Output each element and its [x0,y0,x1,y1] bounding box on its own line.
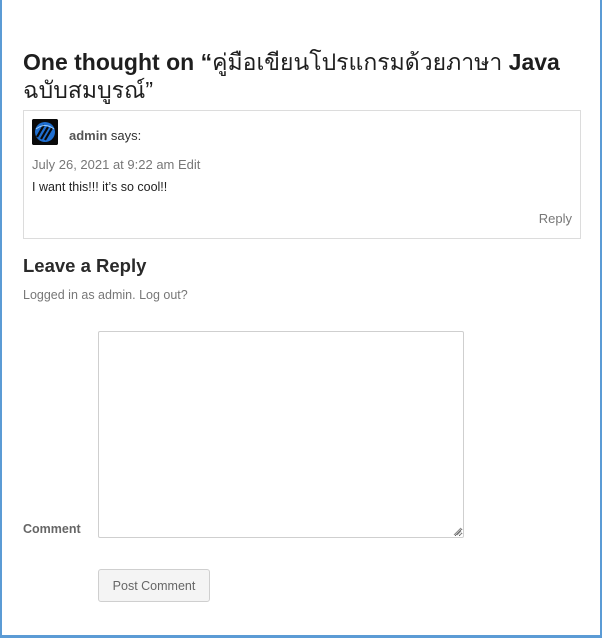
logout-link[interactable]: Log out? [139,288,188,302]
reply-title: Leave a Reply [23,255,147,276]
comment-textarea[interactable] [98,331,464,538]
comment-label: Comment [23,522,81,536]
comments-title-prefix: One thought on “ [23,49,213,75]
comment-text: I want this!!! it’s so cool!! [32,180,168,194]
comment-edit-link[interactable]: Edit [178,157,200,172]
avatar-logo-icon [32,119,58,145]
comments-title-thai: คู่มือเขียนโปรแกรมด้วยภาษา [212,49,503,75]
reply-link[interactable]: Reply [539,211,572,226]
logged-in-link[interactable]: Logged in as admin. [23,288,136,302]
comment-item: admin says: July 26, 2021 at 9:22 am Edi… [23,110,581,239]
post-comment-button[interactable]: Post Comment [98,569,210,602]
comment-says: says: [107,128,142,143]
logged-in-notice: Logged in as admin. Log out? [23,288,188,302]
comment-author: admin says: [69,128,141,143]
comment-date-link[interactable]: July 26, 2021 at 9:22 am [32,157,174,172]
comments-title-suffix: ฉบับสมบูรณ์” [23,77,154,103]
comment-author-name[interactable]: admin [69,128,107,143]
resize-grip-icon[interactable] [452,526,462,536]
comments-title-java: Java [502,49,560,75]
comment-meta: July 26, 2021 at 9:22 am Edit [32,157,200,172]
comments-title: One thought on “คู่มือเขียนโปรแกรมด้วยภา… [23,48,583,104]
